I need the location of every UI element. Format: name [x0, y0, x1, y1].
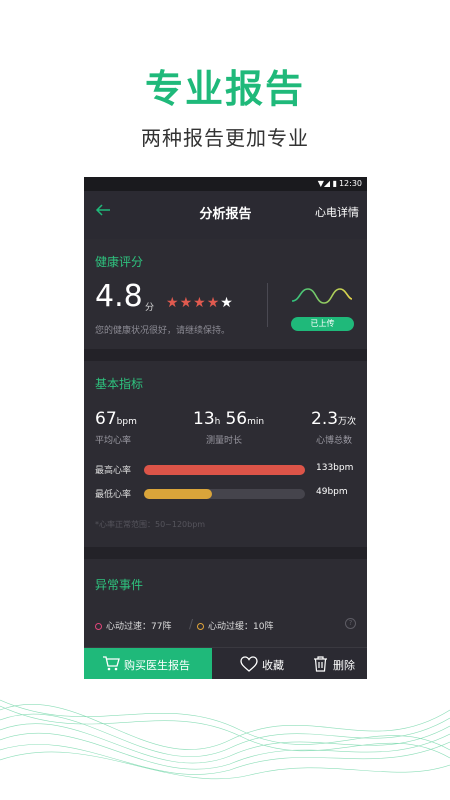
star-icon: ★ — [220, 295, 234, 311]
tachycardia-dot-icon — [95, 623, 102, 630]
promo-subtitle: 两种报告更加专业 — [141, 126, 309, 150]
total-heartbeats: 2.3万次 — [311, 409, 356, 429]
health-score-title: 健康评分 — [95, 255, 144, 269]
status-bar: ▼◢ ▮ 12:30 — [84, 177, 367, 191]
max-heart-rate-label: 最高心率 — [95, 466, 132, 476]
basic-metrics-card: 基本指标 67bpm 平均心率 13h 56min 测量时长 2.3万次 心博总… — [84, 361, 367, 547]
star-icon: ★ — [179, 295, 194, 311]
abnormal-events-title: 异常事件 — [95, 578, 144, 592]
health-score-card: 健康评分 4.8 分 ★★★★★ 您的健康状况很好，请继续保持。 已上传 — [84, 239, 367, 349]
normal-range-note: *心率正常范围：50~120bpm — [95, 520, 206, 529]
decorative-waves — [0, 699, 450, 780]
total-heartbeats-value: 2.3 — [311, 409, 339, 429]
phone-screen: ▼◢ ▮ 12:30 分析报告 心电详情 健康评分 4.8 分 ★★★★★ 您的… — [84, 177, 367, 679]
upload-status-badge: 已上传 — [291, 317, 354, 331]
ecg-detail-link[interactable]: 心电详情 — [315, 204, 359, 220]
status-time: 12:30 — [338, 179, 362, 188]
health-description: 您的健康状况很好，请继续保持。 — [95, 326, 231, 336]
star-icon: ★ — [166, 295, 180, 311]
min-heart-rate-fill — [144, 489, 212, 499]
ecg-wave-icon — [291, 288, 353, 304]
abnormal-events-card: 异常事件 心动过速：77阵 / 心动过缓：10阵 ? — [84, 559, 367, 649]
min-heart-rate-value: 49bpm — [316, 487, 348, 497]
measure-duration-label: 测量时长 — [206, 436, 243, 446]
divider — [267, 283, 268, 327]
bradycardia-label: 心动过缓：10阵 — [208, 622, 274, 632]
health-score-unit: 分 — [145, 303, 155, 313]
section-gap — [84, 349, 367, 361]
avg-heart-rate-label: 平均心率 — [95, 436, 132, 446]
total-heartbeats-label: 心博总数 — [316, 436, 353, 446]
signal-battery-icon: ▼◢ ▮ — [317, 179, 337, 188]
avg-heart-rate-unit: bpm — [116, 417, 137, 427]
duration-hours-unit: h — [214, 417, 221, 427]
max-heart-rate-fill — [144, 465, 305, 475]
total-heartbeats-unit: 万次 — [338, 417, 357, 427]
basic-metrics-title: 基本指标 — [95, 377, 144, 391]
event-bradycardia[interactable]: 心动过缓：10阵 — [197, 619, 273, 632]
promo-title: 专业报告 — [144, 67, 305, 111]
star-icon: ★ — [193, 295, 207, 311]
avg-heart-rate-value: 67 — [95, 409, 117, 429]
app-bar: 分析报告 心电详情 — [84, 191, 367, 231]
duration-minutes-unit: min — [247, 417, 265, 427]
tachycardia-label: 心动过速：77阵 — [106, 622, 172, 632]
question-icon[interactable]: ? — [345, 618, 356, 629]
section-gap — [84, 547, 367, 559]
min-heart-rate-label: 最低心率 — [95, 490, 132, 500]
event-tachycardia[interactable]: 心动过速：77阵 — [95, 619, 171, 632]
separator: / — [189, 617, 194, 631]
min-heart-rate-bar — [144, 489, 305, 499]
duration-hours: 13 — [193, 409, 215, 429]
duration-minutes: 56 — [225, 409, 248, 429]
health-score-value: 4.8 — [95, 279, 143, 314]
avg-heart-rate: 67bpm — [95, 409, 137, 429]
rating-stars: ★★★★★ — [166, 295, 234, 311]
max-heart-rate-bar — [144, 465, 305, 475]
measure-duration: 13h 56min — [193, 409, 264, 429]
max-heart-rate-value: 133bpm — [316, 463, 354, 473]
star-icon: ★ — [206, 295, 221, 311]
bradycardia-dot-icon — [197, 623, 204, 630]
